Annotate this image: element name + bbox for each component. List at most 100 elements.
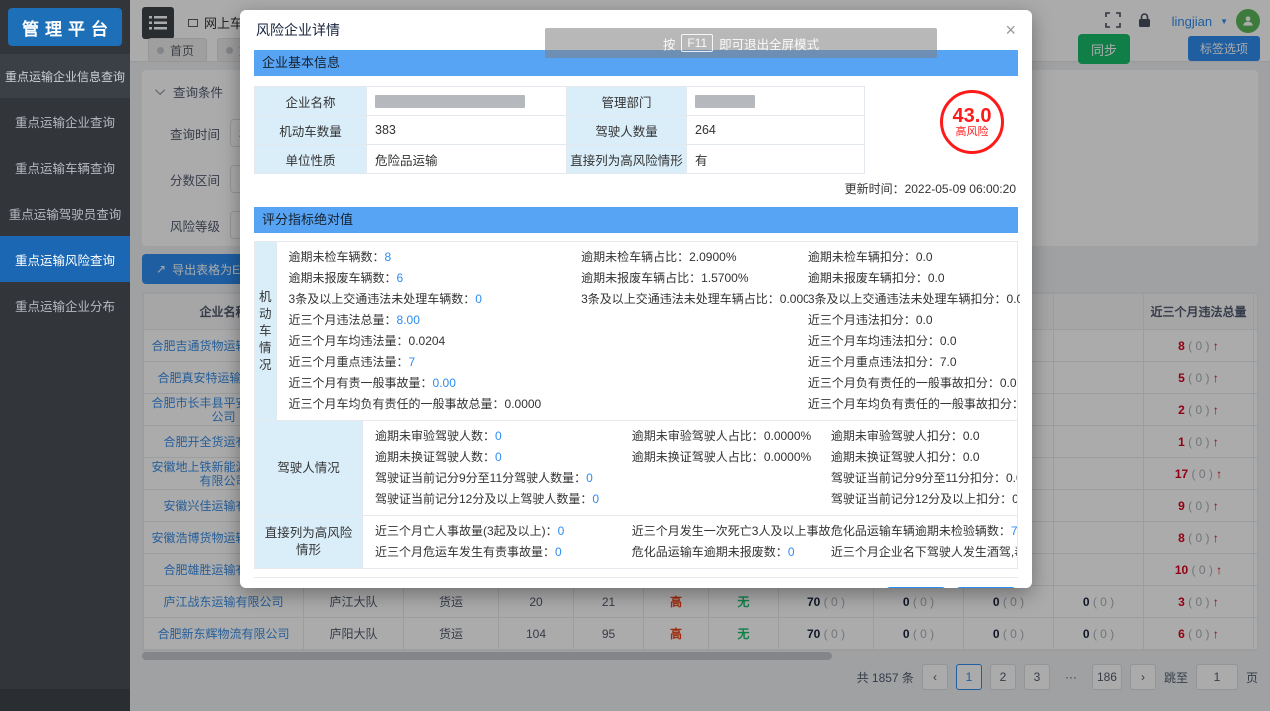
indicator-item-label: 近三个月危运车发生有责事故量： (375, 545, 555, 559)
indicator-item: 逾期未报废车辆扣分：0.0 (808, 268, 1020, 289)
sidebar-item[interactable]: 重点运输驾驶员查询 (0, 190, 130, 236)
indicator-item: 危化品运输车辆逾期未检验辆数：7 (831, 521, 1017, 542)
indicator-item-label: 近三个月亡人事故量(3起及以上)： (375, 524, 558, 538)
indicator-item: 近三个月负有责任的一般事故扣分：0.0 (808, 373, 1020, 394)
indicator-item: 逾期未换证驾驶人数：0 (375, 447, 632, 468)
indicator-value[interactable]: 6 (397, 271, 404, 285)
modal-body: 企业基本信息 企业名称管理部门机动车数量383驾驶人数量264单位性质危险品运输… (240, 50, 1032, 588)
indicator-item: 3条及以上交通违法未处理车辆占比：0.0000% (581, 289, 808, 310)
indicator-section-label: 驾驶人情况 (255, 421, 363, 515)
redacted-value (375, 95, 525, 108)
indicator-column: 逾期未审验驾驶人占比：0.0000%逾期未换证驾驶人占比：0.0000% (632, 426, 831, 510)
indicator-value: 0.0 (963, 429, 980, 443)
indicator-item: 近三个月车均违法量：0.0204 (289, 331, 582, 352)
indicator-item: 逾期未换证驾驶人占比：0.0000% (632, 447, 831, 468)
basic-info-row: 机动车数量383驾驶人数量264 (255, 116, 865, 145)
toast-suffix: 即可退出全屏模式 (719, 34, 819, 53)
indicator-value[interactable]: 0 (495, 450, 502, 464)
basic-info-value: 383 (367, 116, 567, 145)
indicator-item: 近三个月亡人事故量(3起及以上)：0 (375, 521, 632, 542)
indicator-item: 逾期未换证驾驶人扣分：0.0 (831, 447, 1017, 468)
indicator-item-label: 逾期未检车辆扣分： (808, 250, 916, 264)
modal-title: 风险企业详情 (256, 20, 340, 40)
indicator-value[interactable]: 7 (409, 355, 416, 369)
indicator-item: 近三个月危运车发生有责事故量：0 (375, 542, 632, 563)
indicator-value[interactable]: 8.00 (397, 313, 420, 327)
indicator-value[interactable]: 0 (555, 545, 562, 559)
indicator-columns: 逾期未审验驾驶人数：0逾期未换证驾驶人数：0驾驶证当前记分9分至11分驾驶人数量… (363, 421, 1017, 515)
indicator-item: 逾期未审验驾驶人扣分：0.0 (831, 426, 1017, 447)
indicator-item: 驾驶证当前记分9分至11分驾驶人数量：0 (375, 468, 632, 489)
indicator-item: 近三个月重点违法量：7 (289, 352, 582, 373)
indicator-value: 0.0 (963, 450, 980, 464)
indicator-item-label: 逾期未审验驾驶人占比： (632, 429, 764, 443)
indicator-column: 逾期未审验驾驶人扣分：0.0逾期未换证驾驶人扣分：0.0驾驶证当前记分9分至11… (831, 426, 1017, 510)
print-button[interactable]: 打印 (886, 587, 946, 588)
indicator-item: 近三个月车均违法扣分：0.0 (808, 331, 1020, 352)
indicator-value[interactable]: 0 (475, 292, 482, 306)
close-icon[interactable]: × (1005, 21, 1016, 39)
indicator-item-label: 逾期未换证驾驶人占比： (632, 450, 764, 464)
risk-detail-modal: 风险企业详情 × 企业基本信息 企业名称管理部门机动车数量383驾驶人数量264… (240, 10, 1032, 588)
indicator-item-label: 危化品运输车逾期未报废数： (632, 545, 788, 559)
indicator-value[interactable]: 0 (788, 545, 795, 559)
indicator-column: 危化品运输车辆逾期未检验辆数：7近三个月企业名下驾驶人发生酒驾,毒驾 0 (831, 521, 1017, 563)
indicator-item-label: 近三个月有责一般事故量： (289, 376, 433, 390)
indicator-section: 直接列为高风险情形近三个月亡人事故量(3起及以上)：0近三个月危运车发生有责事故… (255, 515, 1017, 568)
indicator-item-label: 逾期未报废车辆占比： (581, 271, 701, 285)
indicator-section: 机动车情况逾期未检车辆数：8逾期未报废车辆数：63条及以上交通违法未处理车辆数：… (255, 242, 1017, 420)
indicator-value[interactable]: 8 (385, 250, 392, 264)
indicator-item: 近三个月违法总量：8.00 (289, 310, 582, 331)
indicator-value: 0.0 (1007, 292, 1020, 306)
indicator-column: 逾期未审验驾驶人数：0逾期未换证驾驶人数：0驾驶证当前记分9分至11分驾驶人数量… (375, 426, 632, 510)
indicator-item-label: 驾驶证当前记分9分至11分驾驶人数量： (375, 471, 586, 485)
download-button[interactable]: 下载 (956, 587, 1016, 588)
basic-info-row: 企业名称管理部门 (255, 87, 865, 116)
indicator-item: 危化品运输车逾期未报废数：0 (632, 542, 831, 563)
indicator-value[interactable]: 0 (592, 492, 599, 506)
risk-level-label: 高风险 (956, 126, 989, 139)
indicator-item: 逾期未审验驾驶人数：0 (375, 426, 632, 447)
indicator-item-label: 逾期未换证驾驶人扣分： (831, 450, 963, 464)
sidebar-group-title[interactable]: 重点运输企业信息查询 (0, 54, 130, 98)
basic-info-label: 单位性质 (255, 145, 367, 174)
indicator-item: 近三个月违法扣分：0.0 (808, 310, 1020, 331)
indicator-item: 近三个月车均负有责任的一般事故扣分：0.0 (808, 394, 1020, 415)
indicator-value[interactable]: 0.00 (433, 376, 456, 390)
sidebar-item[interactable]: 重点运输企业分布 (0, 282, 130, 328)
modal-footer: 打印 下载 (254, 577, 1018, 588)
indicator-column: 逾期未检车辆数：8逾期未报废车辆数：63条及以上交通违法未处理车辆数：0近三个月… (289, 247, 582, 415)
indicator-value: 0.0000% (780, 292, 808, 306)
indicator-value: 0.0000% (764, 450, 811, 464)
sidebar-footer (0, 689, 130, 711)
indicator-item: 驾驶证当前记分12分及以上驾驶人数量：0 (375, 489, 632, 510)
indicator-item-label: 驾驶证当前记分9分至11分扣分： (831, 471, 1006, 485)
indicator-item-label: 逾期未换证驾驶人数： (375, 450, 495, 464)
indicator-item-label: 逾期未审验驾驶人数： (375, 429, 495, 443)
indicator-value: 0.0000 (505, 397, 542, 411)
indicator-item: 逾期未检车辆扣分：0.0 (808, 247, 1020, 268)
indicator-item-label: 近三个月车均违法扣分： (808, 334, 940, 348)
indicator-value[interactable]: 0 (495, 429, 502, 443)
risk-score-value: 43.0 (953, 106, 992, 126)
redacted-value (695, 95, 755, 108)
basic-info-value (687, 87, 865, 116)
indicator-column: 近三个月发生一次死亡3人及以上事故量：0危化品运输车逾期未报废数：0 (632, 521, 831, 563)
sidebar-item[interactable]: 重点运输风险查询 (0, 236, 130, 282)
indicator-section-label: 机动车情况 (255, 242, 277, 420)
indicator-item: 逾期未审验驾驶人占比：0.0000% (632, 426, 831, 447)
indicator-item: 3条及以上交通违法未处理车辆扣分：0.0 (808, 289, 1020, 310)
indicator-item-label: 近三个月违法扣分： (808, 313, 916, 327)
sidebar-item[interactable]: 重点运输企业查询 (0, 98, 130, 144)
indicator-table: 机动车情况逾期未检车辆数：8逾期未报废车辆数：63条及以上交通违法未处理车辆数：… (254, 241, 1018, 569)
indicator-column: 逾期未检车辆扣分：0.0逾期未报废车辆扣分：0.03条及以上交通违法未处理车辆扣… (808, 247, 1020, 415)
indicator-value[interactable]: 0 (558, 524, 565, 538)
fullscreen-toast: 按 F11 即可退出全屏模式 (545, 28, 937, 58)
basic-info-value (367, 87, 567, 116)
indicator-value[interactable]: 7 (1011, 524, 1017, 538)
basic-info-label: 企业名称 (255, 87, 367, 116)
sidebar-item[interactable]: 重点运输车辆查询 (0, 144, 130, 190)
indicator-value[interactable]: 0 (586, 471, 593, 485)
indicator-item-label: 逾期未检车辆占比： (581, 250, 689, 264)
indicator-section-label: 直接列为高风险情形 (255, 516, 363, 568)
